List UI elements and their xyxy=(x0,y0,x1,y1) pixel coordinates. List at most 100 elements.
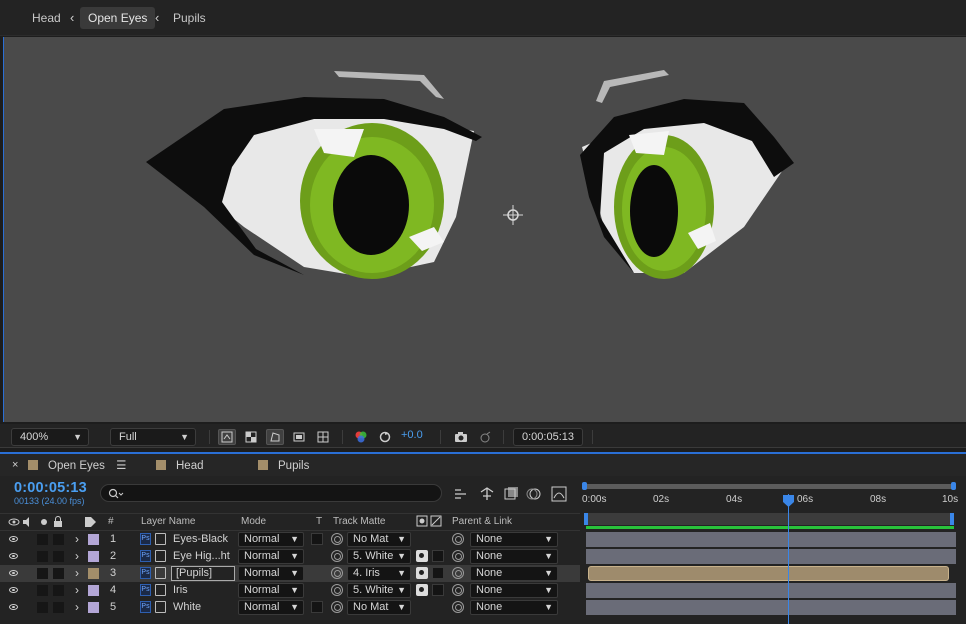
mask-visibility-button[interactable] xyxy=(266,429,284,445)
breadcrumb-head[interactable]: Head xyxy=(24,7,69,29)
visibility-eye-icon[interactable] xyxy=(9,604,18,610)
label-color-swatch[interactable] xyxy=(88,568,99,579)
expand-chevron-icon[interactable]: › xyxy=(75,531,79,548)
tab-pupils[interactable]: Pupils xyxy=(258,458,309,474)
layer-duration-bar[interactable] xyxy=(586,532,956,547)
close-icon[interactable]: × xyxy=(12,459,18,471)
blend-mode-dropdown[interactable]: Normal ▼ xyxy=(238,532,304,547)
matte-pickwhip-icon[interactable] xyxy=(331,584,343,596)
visibility-eye-icon[interactable] xyxy=(9,570,18,576)
preserve-transparency-toggle[interactable] xyxy=(311,533,323,545)
region-of-interest-button[interactable] xyxy=(290,429,308,445)
layer-row[interactable]: › 3 Ps [Pupils] Normal ▼ 4. Iris ▼ None ▼ xyxy=(0,565,580,582)
tab-head[interactable]: Head xyxy=(156,458,204,474)
solo-switch[interactable] xyxy=(37,585,48,596)
navigator-start-handle[interactable] xyxy=(582,482,587,490)
grid-guides-button[interactable] xyxy=(314,429,332,445)
tab-open-eyes[interactable]: Open Eyes ☰ xyxy=(28,458,126,474)
work-area-bar[interactable] xyxy=(584,513,954,525)
parent-dropdown[interactable]: None ▼ xyxy=(470,566,558,581)
parent-pickwhip-icon[interactable] xyxy=(452,533,464,545)
label-color-swatch[interactable] xyxy=(88,585,99,596)
matte-pickwhip-icon[interactable] xyxy=(331,567,343,579)
lock-switch[interactable] xyxy=(53,551,64,562)
layer-row[interactable]: › 1 Ps Eyes-Black Normal ▼ No Mat ▼ None ▼ xyxy=(0,531,580,548)
visibility-eye-icon[interactable] xyxy=(9,553,18,559)
expand-chevron-icon[interactable]: › xyxy=(75,565,79,582)
visibility-eye-icon[interactable] xyxy=(9,536,18,542)
invert-matte-toggle[interactable] xyxy=(432,550,444,562)
expand-chevron-icon[interactable]: › xyxy=(75,548,79,565)
track-matte-dropdown[interactable]: No Mat ▼ xyxy=(347,532,411,547)
parent-pickwhip-icon[interactable] xyxy=(452,550,464,562)
parent-pickwhip-icon[interactable] xyxy=(452,584,464,596)
lock-switch[interactable] xyxy=(53,534,64,545)
work-area-end-handle[interactable] xyxy=(950,513,954,525)
matte-pickwhip-icon[interactable] xyxy=(331,601,343,613)
track-matte-dropdown[interactable]: No Mat ▼ xyxy=(347,600,411,615)
menu-icon[interactable]: ☰ xyxy=(116,460,126,472)
track-matte-dropdown[interactable]: 5. White ▼ xyxy=(347,549,411,564)
blend-mode-dropdown[interactable]: Normal ▼ xyxy=(238,549,304,564)
parent-dropdown[interactable]: None ▼ xyxy=(470,583,558,598)
matte-pickwhip-icon[interactable] xyxy=(331,533,343,545)
resolution-dropdown[interactable]: Full ▼ xyxy=(110,428,196,446)
preserve-transparency-toggle[interactable] xyxy=(311,601,323,613)
parent-dropdown[interactable]: None ▼ xyxy=(470,600,558,615)
layer-name[interactable]: Eye Hig...ht xyxy=(173,548,230,565)
layer-name-column-header[interactable]: Layer Name xyxy=(141,516,195,527)
composition-viewer[interactable] xyxy=(3,37,966,422)
layer-name[interactable]: [Pupils] xyxy=(171,566,235,581)
layer-duration-bar[interactable] xyxy=(586,600,956,615)
solo-switch[interactable] xyxy=(37,568,48,579)
track-matte-dropdown[interactable]: 5. White ▼ xyxy=(347,583,411,598)
layer-name[interactable]: Iris xyxy=(173,582,188,599)
expand-chevron-icon[interactable]: › xyxy=(75,582,79,599)
alpha-matte-icon[interactable] xyxy=(416,567,428,579)
visibility-eye-icon[interactable] xyxy=(9,587,18,593)
blend-mode-dropdown[interactable]: Normal ▼ xyxy=(238,566,304,581)
playhead-handle-icon[interactable] xyxy=(782,494,795,508)
time-ruler[interactable]: 0:00s 02s 04s 06s 08s 10s xyxy=(582,482,960,510)
magnification-dropdown[interactable]: 400% ▼ xyxy=(11,428,89,446)
layer-name[interactable]: White xyxy=(173,599,201,616)
matte-pickwhip-icon[interactable] xyxy=(331,550,343,562)
alpha-matte-icon[interactable] xyxy=(416,584,428,596)
current-time-code[interactable]: 0:00:05:13 xyxy=(14,480,87,496)
invert-matte-toggle[interactable] xyxy=(432,584,444,596)
label-color-swatch[interactable] xyxy=(88,551,99,562)
snapshot-button[interactable] xyxy=(452,429,470,445)
layer-duration-bar[interactable] xyxy=(588,566,949,581)
show-snapshot-button[interactable] xyxy=(476,429,494,445)
parent-pickwhip-icon[interactable] xyxy=(452,601,464,613)
navigator-end-handle[interactable] xyxy=(951,482,956,490)
parent-dropdown[interactable]: None ▼ xyxy=(470,549,558,564)
layer-search-input[interactable] xyxy=(100,484,442,502)
fast-previews-button[interactable] xyxy=(218,429,236,445)
work-area-start-handle[interactable] xyxy=(584,513,588,525)
solo-switch[interactable] xyxy=(37,551,48,562)
channels-button[interactable] xyxy=(352,429,370,445)
lock-switch[interactable] xyxy=(53,568,64,579)
parent-pickwhip-icon[interactable] xyxy=(452,567,464,579)
expand-chevron-icon[interactable]: › xyxy=(75,599,79,616)
label-color-swatch[interactable] xyxy=(88,602,99,613)
invert-matte-toggle[interactable] xyxy=(432,567,444,579)
solo-switch[interactable] xyxy=(37,534,48,545)
layer-name[interactable]: Eyes-Black xyxy=(173,531,228,548)
layer-duration-bar[interactable] xyxy=(586,549,956,564)
layer-row[interactable]: › 5 Ps White Normal ▼ No Mat ▼ None ▼ xyxy=(0,599,580,616)
current-time-display[interactable]: 0:00:05:13 xyxy=(513,428,583,446)
parent-dropdown[interactable]: None ▼ xyxy=(470,532,558,547)
breadcrumb-open-eyes[interactable]: Open Eyes xyxy=(80,7,156,29)
breadcrumb-pupils[interactable]: Pupils xyxy=(165,7,214,29)
layer-duration-bar[interactable] xyxy=(586,583,956,598)
lock-switch[interactable] xyxy=(53,602,64,613)
label-color-swatch[interactable] xyxy=(88,534,99,545)
layer-row[interactable]: › 4 Ps Iris Normal ▼ 5. White ▼ None ▼ xyxy=(0,582,580,599)
alpha-matte-icon[interactable] xyxy=(416,550,428,562)
transparency-grid-button[interactable] xyxy=(242,429,260,445)
work-area-navigator[interactable] xyxy=(584,484,954,489)
solo-switch[interactable] xyxy=(37,602,48,613)
exposure-value[interactable]: +0.0 xyxy=(401,429,423,441)
